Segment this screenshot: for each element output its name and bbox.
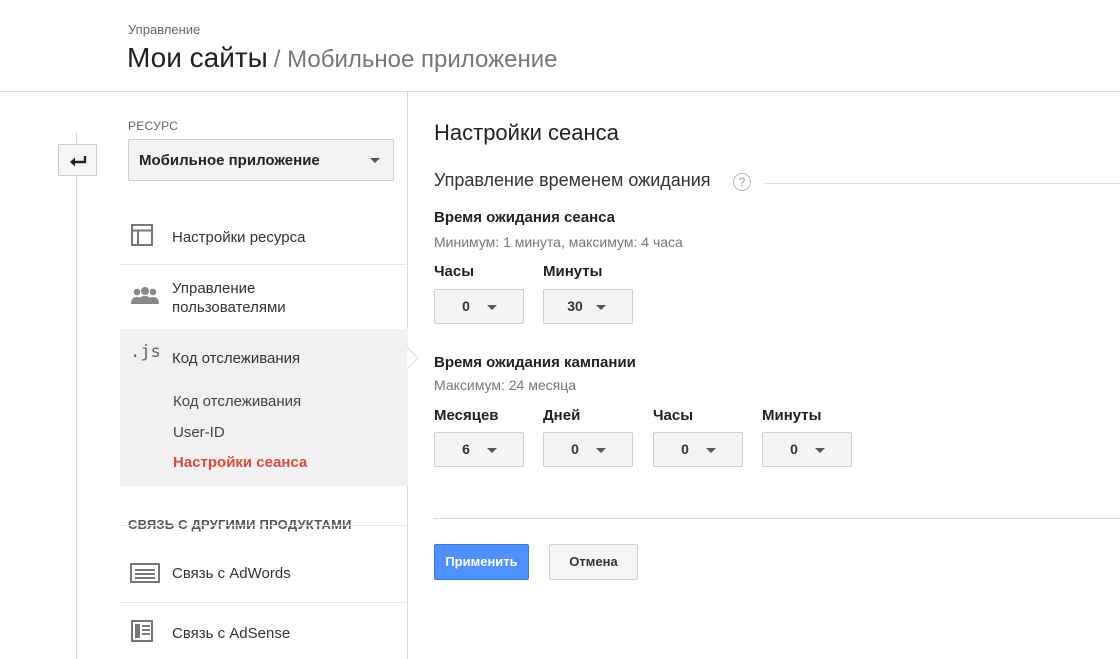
page-header: Управление Мои сайты / Мобильное приложен…: [0, 0, 1120, 92]
sidebar-item-user-management[interactable]: Управление пользователями: [120, 270, 408, 326]
heading-rule: [765, 183, 1120, 184]
back-button[interactable]: [58, 144, 97, 176]
breadcrumb[interactable]: Управление: [128, 22, 200, 37]
admin-sidebar: РЕСУРС Мобильное приложение Настройки ре…: [0, 92, 419, 659]
chevron-down-icon: [596, 448, 606, 453]
campaign-minutes-label: Минуты: [762, 407, 822, 424]
sidebar-item-label: Настройки ресурса: [172, 229, 306, 246]
apply-button[interactable]: Применить: [434, 544, 529, 580]
campaign-months-label: Месяцев: [434, 407, 499, 424]
sidebar-item-label: Управление пользователями: [172, 280, 286, 316]
sidebar-item-tracking-code[interactable]: .js Код отслеживания: [120, 332, 408, 372]
adwords-icon: [130, 563, 160, 583]
session-settings-panel: Настройки сеанса Управление временем ожи…: [409, 92, 1120, 659]
sidebar-item-label: Связь с AdWords: [172, 565, 291, 582]
sidebar-item-property-settings[interactable]: Настройки ресурса: [120, 215, 408, 261]
sidebar-divider: [120, 264, 408, 265]
session-timeout-hint: Минимум: 1 минута, максимум: 4 часа: [434, 234, 683, 250]
page-title-sub: / Мобильное приложение: [273, 46, 558, 73]
chevron-down-icon: [487, 448, 497, 453]
sidebar-item-adsense[interactable]: Связь с AdSense: [120, 610, 408, 654]
js-icon: .js: [130, 342, 161, 362]
chevron-down-icon: [487, 305, 497, 310]
resource-select[interactable]: Мобильное приложение: [128, 139, 394, 181]
panel-title: Настройки сеанса: [434, 120, 619, 145]
property-settings-icon: [131, 224, 153, 246]
campaign-days-select[interactable]: 0: [543, 432, 633, 467]
sidebar-divider: [120, 525, 408, 526]
page-title: Мои сайты / Мобильное приложение: [127, 42, 558, 74]
campaign-months-select[interactable]: 6: [434, 432, 524, 467]
subitem-tracking-code[interactable]: Код отслеживания: [173, 393, 301, 410]
campaign-hours-label: Часы: [653, 407, 694, 424]
session-hours-label: Часы: [434, 263, 475, 280]
session-hours-select[interactable]: 0: [434, 289, 524, 324]
cancel-button[interactable]: Отмена: [549, 544, 638, 580]
help-icon[interactable]: ?: [733, 173, 751, 191]
users-icon: [131, 287, 159, 304]
subitem-user-id[interactable]: User-ID: [173, 424, 225, 441]
adsense-icon: [131, 620, 153, 642]
resource-select-value: Мобильное приложение: [139, 152, 320, 169]
sidebar-divider: [120, 602, 408, 603]
campaign-minutes-select[interactable]: 0: [762, 432, 852, 467]
session-timeout-label: Время ожидания сеанса: [434, 209, 615, 226]
sidebar-item-label: Связь с AdSense: [172, 625, 291, 642]
chevron-down-icon: [596, 305, 606, 310]
sidebar-item-label: Код отслеживания: [172, 350, 301, 367]
sidebar-rail: [76, 132, 77, 659]
chevron-down-icon: [706, 448, 716, 453]
session-minutes-select[interactable]: 30: [543, 289, 633, 324]
back-arrow-icon: [69, 156, 86, 167]
resource-label: РЕСУРС: [128, 119, 179, 133]
page-title-main: Мои сайты: [127, 42, 268, 73]
campaign-timeout-hint: Максимум: 24 месяца: [434, 377, 576, 393]
form-divider: [434, 518, 1120, 519]
chevron-down-icon: [370, 158, 380, 163]
session-minutes-label: Минуты: [543, 263, 603, 280]
subitem-session-settings[interactable]: Настройки сеанса: [173, 454, 307, 471]
sidebar-item-adwords[interactable]: Связь с AdWords: [120, 552, 408, 596]
campaign-timeout-label: Время ожидания кампании: [434, 354, 636, 371]
chevron-down-icon: [815, 448, 825, 453]
campaign-hours-select[interactable]: 0: [653, 432, 743, 467]
timeout-heading: Управление временем ожидания: [434, 170, 711, 190]
campaign-days-label: Дней: [543, 407, 581, 424]
